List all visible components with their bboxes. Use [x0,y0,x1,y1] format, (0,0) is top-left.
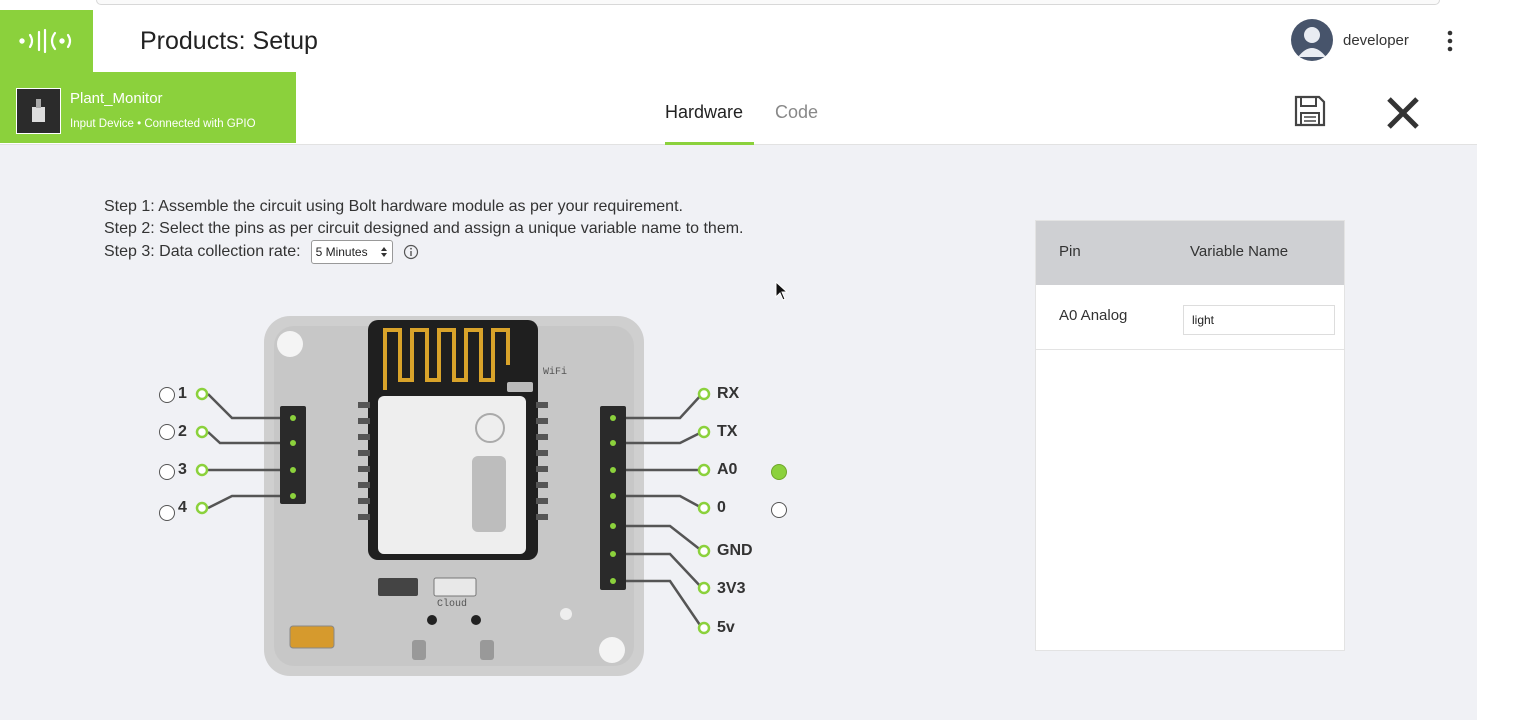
pin-0-radio[interactable] [771,502,787,518]
pin-4-label: 4 [178,499,187,516]
step-3-label: Step 3: Data collection rate: [104,243,301,260]
pin-4-radio[interactable] [159,505,175,521]
pin-3v3-label: 3V3 [717,580,746,597]
username[interactable]: developer [1343,32,1409,49]
pin-a0-radio[interactable] [771,464,787,480]
tab-code[interactable]: Code [775,102,818,123]
signal-waves-icon [19,28,72,54]
tab-hardware[interactable]: Hardware [665,102,743,123]
variable-column-header: Variable Name [1190,243,1289,260]
info-icon[interactable] [403,244,419,260]
bolt-board-illustration: WiFi Cloud [195,316,711,676]
avatar[interactable] [1291,19,1333,61]
table-row: A0 Analog [1036,285,1344,350]
close-icon[interactable] [1385,95,1421,131]
kebab-menu-icon[interactable] [1440,29,1460,53]
pin-1-label: 1 [178,385,187,402]
pin-3-radio[interactable] [159,464,175,480]
collection-rate-value: 5 Minutes [315,245,368,259]
pin-5v-label: 5v [717,619,735,636]
pin-variable-table: Pin Variable Name A0 Analog [1035,220,1345,651]
pin-0-label: 0 [717,499,726,516]
pin-tx-label: TX [717,423,738,440]
pin-1-radio[interactable] [159,387,175,403]
pin-column-header: Pin [1059,243,1081,260]
variable-name-input[interactable] [1183,305,1335,335]
pin-a0-label: A0 [717,461,738,478]
product-subbar: Plant_Monitor Input Device • Connected w… [0,72,1477,145]
table-header: Pin Variable Name [1036,221,1344,285]
bolt-module-diagram: WiFi Cloud 1 2 3 4 RX TX A0 0 GND 3V3 5v [150,310,810,690]
step-1-text: Step 1: Assemble the circuit using Bolt … [104,198,683,215]
app-window: Products: Setup developer Plant_Monitor … [0,0,1477,720]
chip-label: WiFi [543,366,567,378]
active-tab-indicator [665,142,754,145]
save-icon[interactable] [1293,94,1327,128]
device-card[interactable]: Plant_Monitor Input Device • Connected w… [0,72,296,143]
cloud-label: Cloud [437,598,467,610]
mouse-pointer-icon [775,281,789,301]
pin-3-label: 3 [178,461,187,478]
setup-steps: Step 1: Assemble the circuit using Bolt … [104,196,744,264]
address-bar[interactable] [96,0,1440,5]
pin-cell: A0 Analog [1059,307,1128,324]
page-title: Products: Setup [140,27,318,55]
device-status: Input Device • Connected with GPIO [70,118,256,130]
pin-2-label: 2 [178,423,187,440]
device-name: Plant_Monitor [70,90,163,107]
bolt-logo[interactable] [0,10,93,72]
pin-2-radio[interactable] [159,424,175,440]
user-avatar-icon [1298,27,1326,57]
pin-rx-label: RX [717,385,740,402]
pin-gnd-label: GND [717,542,753,559]
step-3-row: Step 3: Data collection rate: 5 Minutes [104,240,744,264]
top-bar: Products: Setup developer [0,10,1477,73]
collection-rate-select[interactable]: 5 Minutes [310,240,393,264]
window-edge [1477,0,1519,720]
device-thumbnail [16,88,61,134]
select-arrows-icon [380,247,387,257]
step-2-text: Step 2: Select the pins as per circuit d… [104,220,744,237]
browser-toolbar [0,0,1477,10]
